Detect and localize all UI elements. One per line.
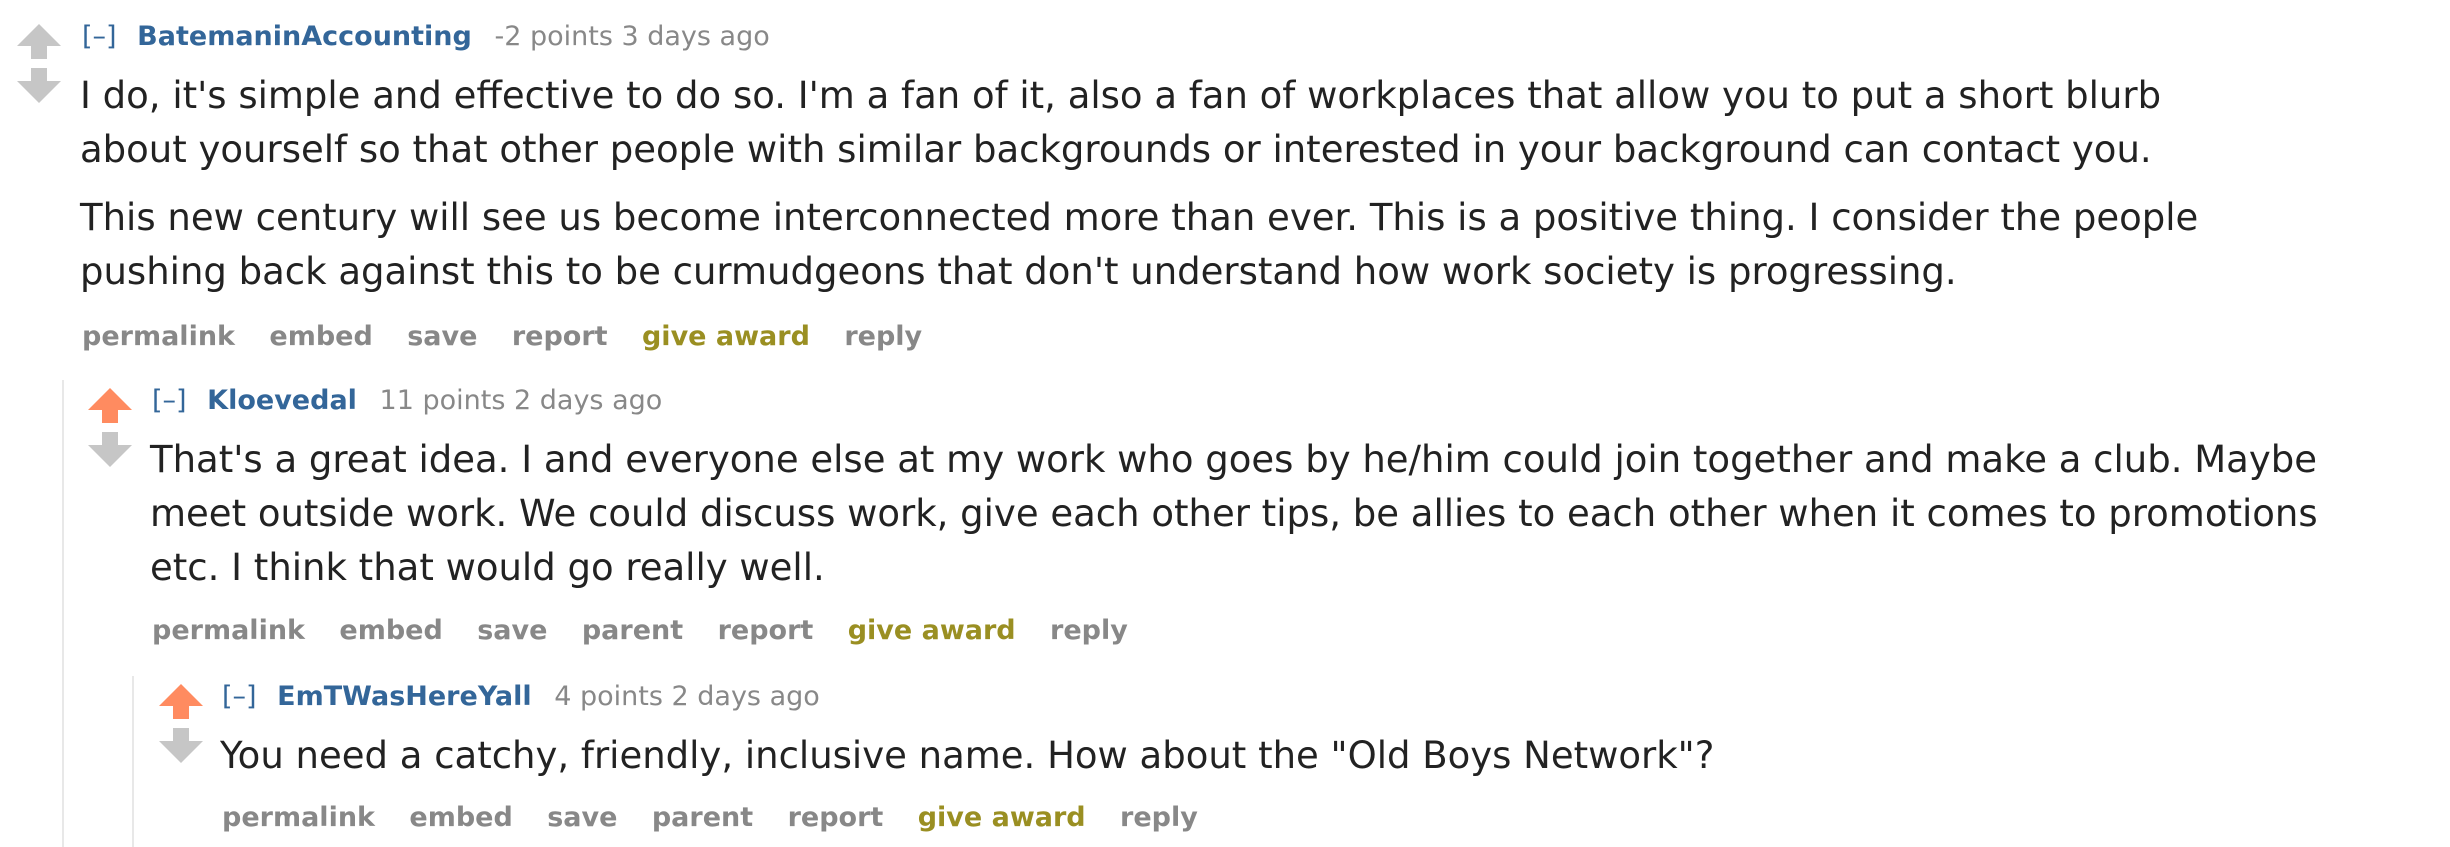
thread-line-level-2 xyxy=(132,676,134,847)
author-link[interactable]: EmTWasHereYall xyxy=(277,681,531,712)
parent-button[interactable]: parent xyxy=(582,615,683,646)
parent-button[interactable]: parent xyxy=(652,802,753,833)
report-button[interactable]: report xyxy=(788,802,884,833)
report-button[interactable]: report xyxy=(512,321,608,352)
comment-body: That's a great idea. I and everyone else… xyxy=(150,433,2318,595)
comment-tagline: [–] EmTWasHereYall 4 points 2 days ago xyxy=(222,680,820,714)
score: -2 points xyxy=(494,21,613,52)
author-link[interactable]: Kloevedal xyxy=(207,385,357,416)
comment-actions: permalink embed save report give award r… xyxy=(82,320,947,354)
save-button[interactable]: save xyxy=(477,615,547,646)
give-award-button[interactable]: give award xyxy=(918,802,1086,833)
comment-tagline: [–] Kloevedal 11 points 2 days ago xyxy=(152,384,662,418)
permalink-button[interactable]: permalink xyxy=(152,615,305,646)
comment-line: I do, it's simple and effective to do so… xyxy=(80,74,2162,117)
save-button[interactable]: save xyxy=(547,802,617,833)
collapse-toggle[interactable]: [–] xyxy=(152,385,187,416)
give-award-button[interactable]: give award xyxy=(642,321,810,352)
comment-line: meet outside work. We could discuss work… xyxy=(150,492,2318,535)
comment-line: etc. I think that would go really well. xyxy=(150,546,825,589)
score: 4 points xyxy=(554,681,663,712)
comment-tagline: [–] BatemaninAccounting -2 points 3 days… xyxy=(82,20,770,54)
comment-actions: permalink embed save parent report give … xyxy=(222,801,1223,835)
permalink-button[interactable]: permalink xyxy=(82,321,235,352)
give-award-button[interactable]: give award xyxy=(848,615,1016,646)
collapse-toggle[interactable]: [–] xyxy=(222,681,257,712)
timestamp: 3 days ago xyxy=(621,21,770,52)
thread-line-level-1 xyxy=(62,380,64,847)
comment-body: I do, it's simple and effective to do so… xyxy=(80,69,2198,299)
score: 11 points xyxy=(379,385,506,416)
timestamp: 2 days ago xyxy=(514,385,663,416)
comment-line: This new century will see us become inte… xyxy=(80,196,2199,239)
comment-line: You need a catchy, friendly, inclusive n… xyxy=(220,734,1715,777)
embed-button[interactable]: embed xyxy=(409,802,512,833)
reply-button[interactable]: reply xyxy=(844,321,922,352)
reply-button[interactable]: reply xyxy=(1120,802,1198,833)
report-button[interactable]: report xyxy=(718,615,814,646)
embed-button[interactable]: embed xyxy=(269,321,372,352)
comment-line: That's a great idea. I and everyone else… xyxy=(150,438,2317,481)
embed-button[interactable]: embed xyxy=(339,615,442,646)
reply-button[interactable]: reply xyxy=(1050,615,1128,646)
comment-body: You need a catchy, friendly, inclusive n… xyxy=(220,729,1714,783)
collapse-toggle[interactable]: [–] xyxy=(82,21,117,52)
comment-line: about yourself so that other people with… xyxy=(80,128,2152,171)
timestamp: 2 days ago xyxy=(671,681,820,712)
permalink-button[interactable]: permalink xyxy=(222,802,375,833)
comment-line: pushing back against this to be curmudge… xyxy=(80,250,1957,293)
comment-actions: permalink embed save parent report give … xyxy=(152,614,1153,648)
save-button[interactable]: save xyxy=(407,321,477,352)
author-link[interactable]: BatemaninAccounting xyxy=(137,21,472,52)
